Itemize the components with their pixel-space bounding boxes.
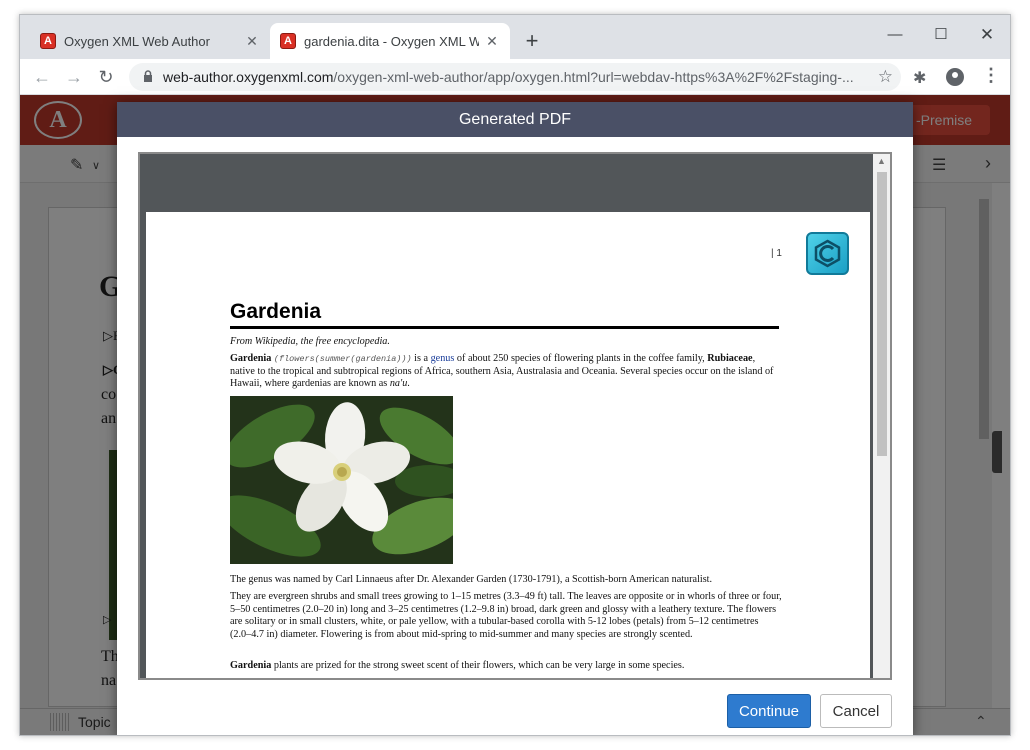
url-text: web-author.oxygenxml.com/oxygen-xml-web-…	[163, 69, 863, 85]
address-bar[interactable]: web-author.oxygenxml.com/oxygen-xml-web-…	[129, 63, 901, 91]
text-run: .	[407, 378, 410, 389]
cancel-button[interactable]: Cancel	[820, 694, 892, 728]
browser-menu-icon[interactable]: ⋮	[982, 65, 1000, 86]
pdf-scrollbar[interactable]: ▲	[873, 154, 890, 678]
forward-arrow-icon[interactable]: →	[62, 65, 86, 89]
term-gardenia: Gardenia	[230, 660, 272, 671]
pdf-paragraph-description: They are evergreen shrubs and small tree…	[230, 591, 782, 640]
term-nau: na'u	[389, 378, 408, 389]
profile-avatar-icon[interactable]	[946, 68, 964, 86]
text-run: of about 250 species of flowering plants…	[454, 353, 708, 364]
pdf-subtitle: From Wikipedia, the free encyclopedia.	[230, 336, 390, 347]
text-run: plants are prized for the strong sweet s…	[271, 660, 685, 671]
genus-link[interactable]: genus	[431, 353, 455, 364]
code-phrase: (flowers(summer(gardenia)))	[273, 354, 412, 364]
oxygen-favicon-icon: A	[280, 33, 296, 49]
pdf-paragraph-intro: Gardenia (flowers(summer(gardenia))) is …	[230, 353, 782, 391]
pdf-paragraph-naming: The genus was named by Carl Linnaeus aft…	[230, 574, 713, 585]
tab-title: Oxygen XML Web Author	[64, 33, 210, 49]
pdf-title: Gardenia	[230, 300, 322, 323]
company-logo-icon	[806, 232, 849, 275]
close-window-button[interactable]: ✕	[964, 21, 1010, 49]
text-run: is a	[411, 353, 431, 364]
title-underline	[230, 326, 779, 329]
scroll-up-arrow-icon[interactable]: ▲	[877, 156, 886, 166]
pdf-page: | 1 Gardenia From Wikipedia, the free en…	[146, 212, 870, 678]
tab-oxygen-web-author[interactable]: A Oxygen XML Web Author ✕	[30, 23, 270, 59]
minimize-window-button[interactable]: —	[872, 21, 918, 49]
url-path: /oxygen-xml-web-author/app/oxygen.html?u…	[333, 69, 854, 85]
pdf-paragraph-scent: Gardenia plants are prized for the stron…	[230, 660, 782, 673]
oxygen-favicon-icon: A	[40, 33, 56, 49]
term-gardenia: Gardenia	[230, 353, 272, 364]
tab-title: gardenia.dita - Oxygen XML Web Author	[304, 33, 479, 49]
maximize-window-button[interactable]: ☐	[918, 21, 964, 49]
reload-icon[interactable]: ↻	[94, 65, 118, 89]
tab-gardenia-dita[interactable]: A gardenia.dita - Oxygen XML Web Author …	[270, 23, 510, 59]
new-tab-button[interactable]: +	[520, 29, 544, 53]
close-tab-icon[interactable]: ✕	[244, 33, 260, 49]
continue-button[interactable]: Continue	[727, 694, 811, 728]
web-author-app: A -Premise ✎ ∨ ☰ › G ▷F ▷G co an ▷ Th na	[20, 95, 1010, 735]
close-tab-icon[interactable]: ✕	[484, 33, 500, 49]
tab-strip: A Oxygen XML Web Author ✕ A gardenia.dit…	[20, 15, 1010, 59]
generated-pdf-dialog: Generated PDF | 1 Gardenia From Wikipedi…	[117, 102, 913, 735]
term-rubiaceae: Rubiaceae	[707, 353, 753, 364]
dialog-title: Generated PDF	[117, 102, 913, 137]
extensions-puzzle-icon[interactable]: ✱	[913, 68, 926, 88]
bookmark-star-icon[interactable]: ☆	[878, 67, 893, 87]
lock-icon	[144, 70, 152, 82]
gardenia-flower-image	[230, 396, 453, 564]
url-host: web-author.oxygenxml.com	[163, 69, 334, 85]
scrollbar-thumb[interactable]	[877, 172, 887, 456]
pdf-viewer[interactable]: | 1 Gardenia From Wikipedia, the free en…	[138, 152, 892, 680]
browser-window: A Oxygen XML Web Author ✕ A gardenia.dit…	[19, 14, 1011, 736]
browser-toolbar: ← → ↻ web-author.oxygenxml.com/oxygen-xm…	[20, 59, 1010, 95]
pdf-page-number: | 1	[771, 248, 782, 259]
back-arrow-icon[interactable]: ←	[30, 65, 54, 89]
